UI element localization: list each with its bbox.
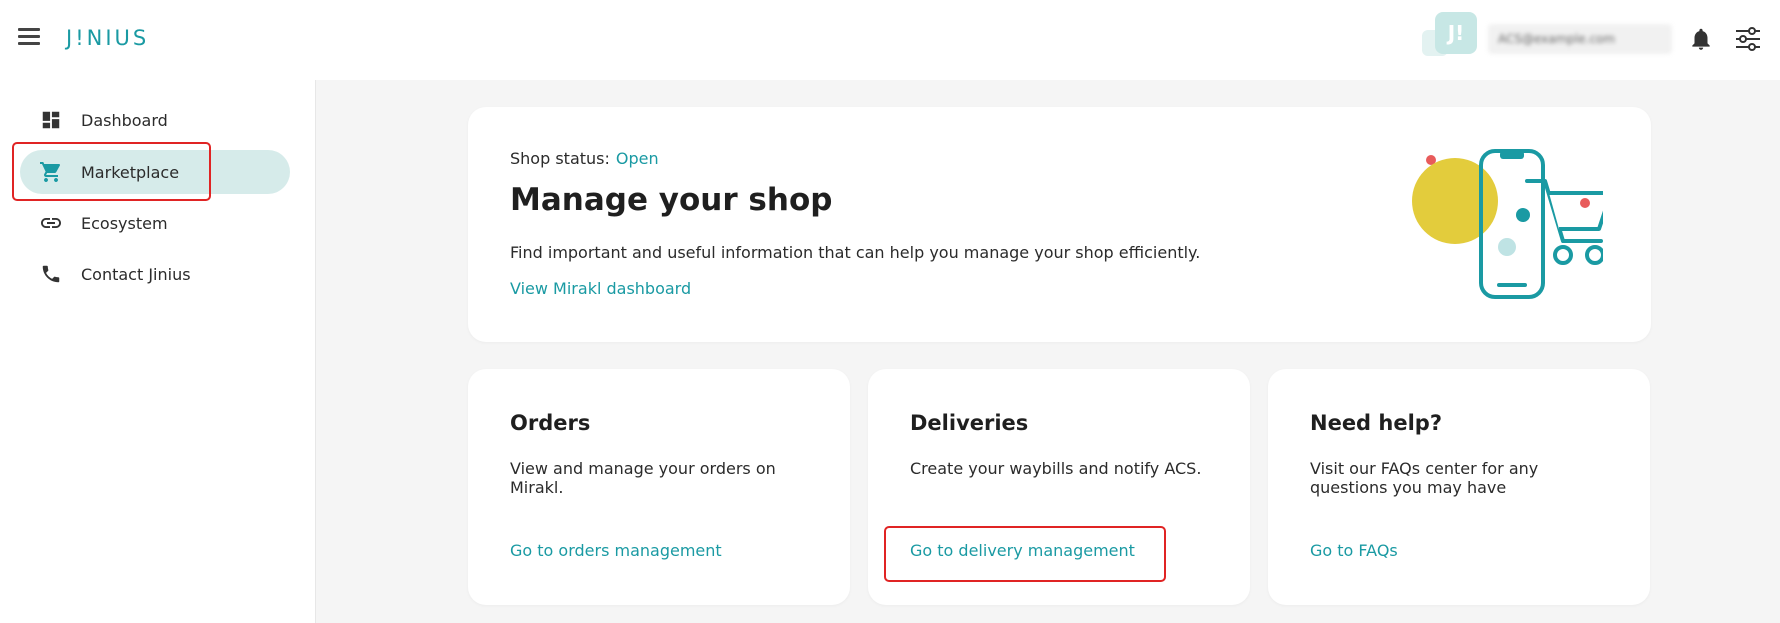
settings-sliders-icon[interactable] xyxy=(1733,24,1763,54)
sidebar-item-label: Contact Jinius xyxy=(81,264,191,284)
delivery-management-link[interactable]: Go to delivery management xyxy=(910,541,1135,560)
user-email[interactable]: ACS@example.com xyxy=(1488,24,1672,54)
view-mirakl-dashboard-link[interactable]: View Mirakl dashboard xyxy=(510,279,691,298)
card-title: Orders xyxy=(510,411,591,435)
hero-description: Find important and useful information th… xyxy=(510,243,1201,262)
sidebar-item-ecosystem[interactable]: Ecosystem xyxy=(20,201,290,245)
shop-status-label: Shop status: xyxy=(510,149,610,168)
card-description: Create your waybills and notify ACS. xyxy=(910,459,1202,478)
menu-icon[interactable] xyxy=(18,28,40,46)
card-description: View and manage your orders on Mirakl. xyxy=(510,459,776,497)
card-description: Visit our FAQs center for any questions … xyxy=(1310,459,1539,497)
phone-icon xyxy=(38,261,64,287)
sidebar-item-label: Marketplace xyxy=(81,162,180,182)
shop-status: Shop status: Open xyxy=(510,149,659,168)
page-title: Manage your shop xyxy=(510,182,833,218)
deliveries-card: Deliveries Create your waybills and noti… xyxy=(868,369,1250,605)
sidebar: Dashboard Marketplace Ecosystem Contact … xyxy=(0,80,316,623)
bell-icon[interactable] xyxy=(1688,26,1714,52)
sidebar-item-dashboard[interactable]: Dashboard xyxy=(20,98,290,142)
avatar[interactable]: J! xyxy=(1435,12,1477,54)
shop-status-value: Open xyxy=(615,149,659,168)
link-icon xyxy=(38,210,64,236)
orders-management-link[interactable]: Go to orders management xyxy=(510,541,722,560)
top-bar: J!NIUS J! ACS@example.com xyxy=(0,0,1780,80)
user-avatar-area[interactable]: J! xyxy=(1420,12,1480,68)
sidebar-item-contact-jinius[interactable]: Contact Jinius xyxy=(20,252,290,296)
main-content: Shop status: Open Manage your shop Find i… xyxy=(316,80,1780,623)
sidebar-item-label: Dashboard xyxy=(81,110,168,130)
orders-card: Orders View and manage your orders on Mi… xyxy=(468,369,850,605)
help-card: Need help? Visit our FAQs center for any… xyxy=(1268,369,1650,605)
shop-overview-card: Shop status: Open Manage your shop Find i… xyxy=(468,107,1651,342)
card-title: Need help? xyxy=(1310,411,1443,435)
app-logo[interactable]: J!NIUS xyxy=(66,26,149,50)
card-title: Deliveries xyxy=(910,411,1029,435)
sidebar-item-marketplace[interactable]: Marketplace xyxy=(20,150,290,194)
sidebar-item-label: Ecosystem xyxy=(81,213,168,233)
dashboard-icon xyxy=(38,107,64,133)
cart-icon xyxy=(38,159,64,185)
shopping-phone-illustration xyxy=(1412,149,1603,299)
faqs-link[interactable]: Go to FAQs xyxy=(1310,541,1398,560)
